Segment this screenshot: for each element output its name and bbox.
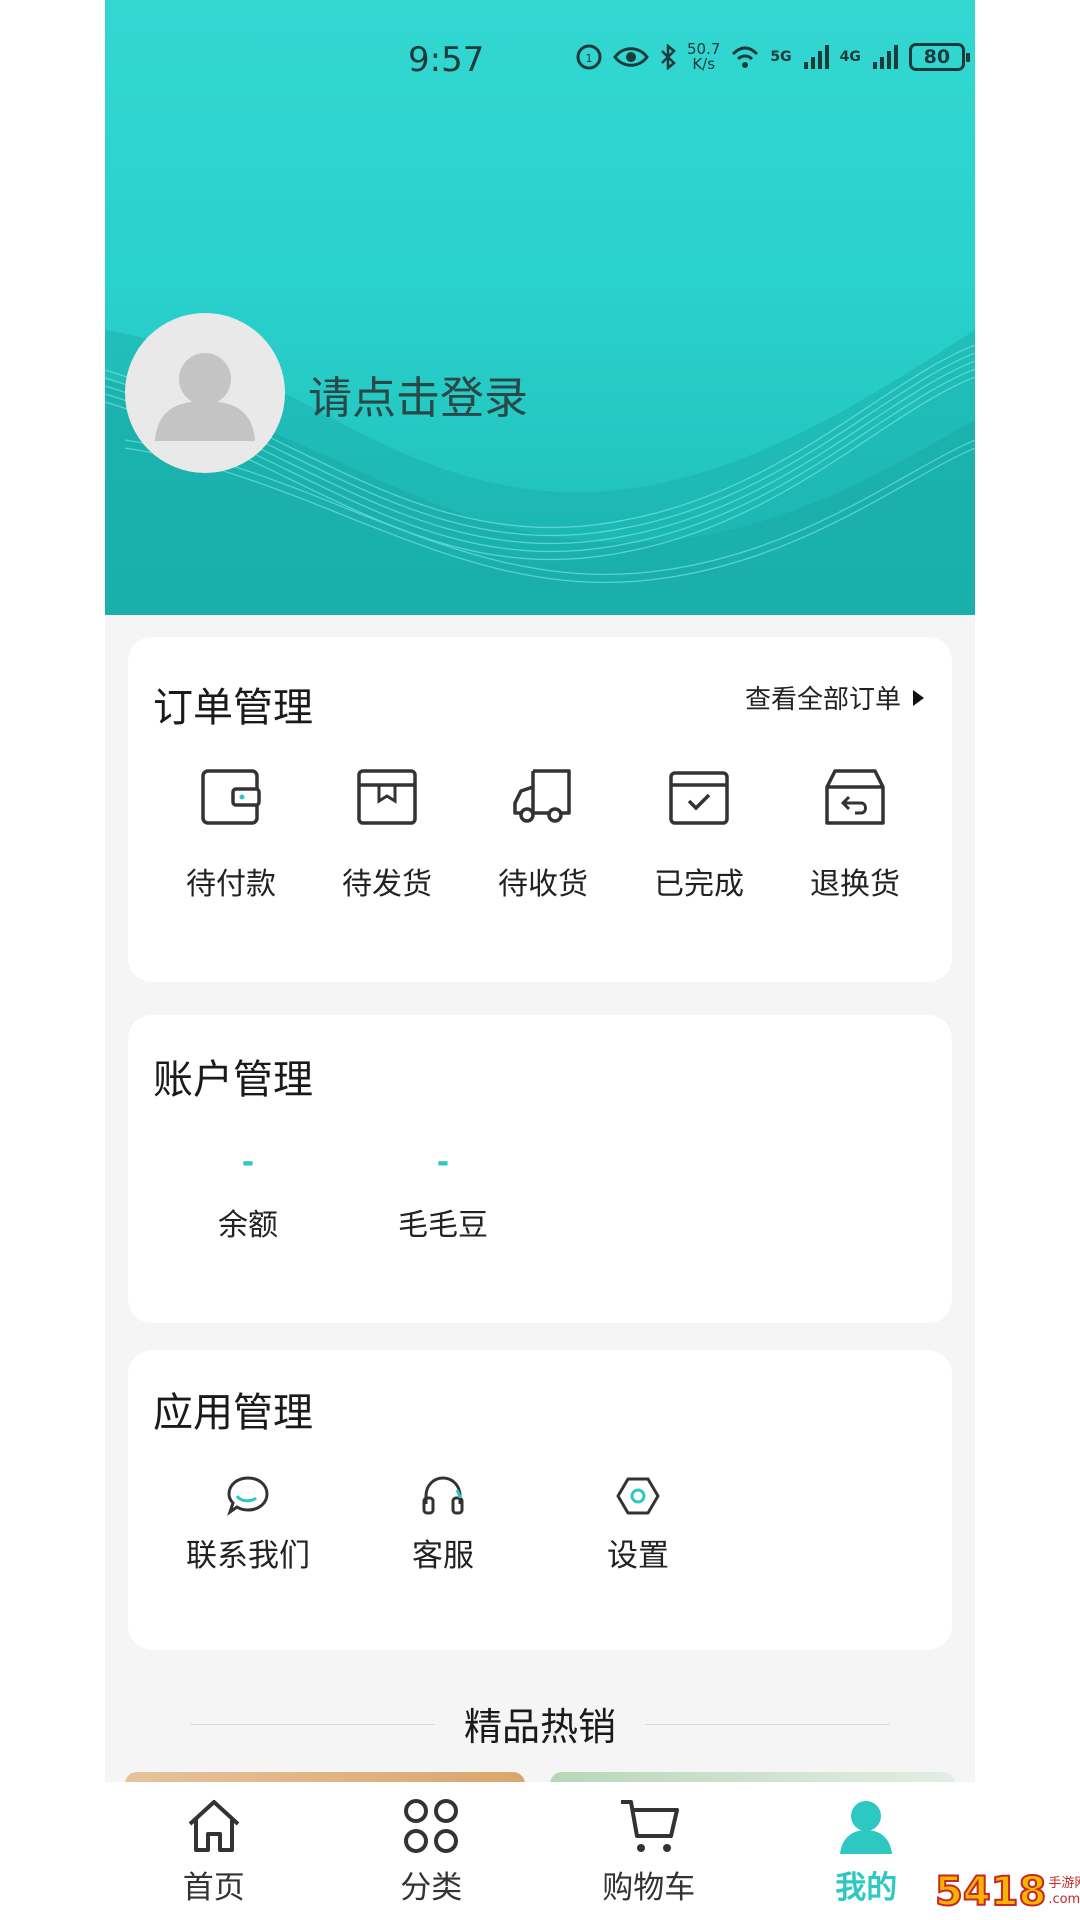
tab-home[interactable]: 首页 [105, 1782, 323, 1920]
tab-me-label: 我的 [835, 1870, 898, 1906]
order-item-to-ship[interactable]: 待发货 [309, 767, 465, 903]
watermark-text: 5418 [934, 1868, 1047, 1916]
order-item-pending-payment[interactable]: 待付款 [153, 767, 309, 903]
order-item-label: 待发货 [342, 867, 432, 902]
order-item-to-receive[interactable]: 待收货 [465, 767, 621, 903]
package-icon [357, 769, 417, 825]
notification-icon: 1 [576, 44, 602, 70]
speed-unit: K/s [692, 55, 716, 73]
account-management-title: 账户管理 [153, 1057, 313, 1103]
signal-icon-2 [872, 45, 898, 69]
wallet-icon [201, 769, 261, 825]
signal-icon-1 [803, 45, 829, 69]
site-watermark-logo: 5418 手游网 .com.cn [934, 1868, 1080, 1916]
wifi-icon [732, 46, 759, 68]
category-icon [404, 1799, 459, 1853]
balance-label: 余额 [218, 1208, 278, 1243]
contact-us-label: 联系我们 [186, 1538, 310, 1574]
bluetooth-icon [661, 44, 676, 70]
settings-item[interactable]: 设置 [548, 1474, 728, 1575]
tab-cart[interactable]: 购物车 [540, 1782, 758, 1920]
return-box-icon [825, 769, 885, 825]
calendar-check-icon [669, 771, 729, 825]
profile-header: 9:57 1 50.7 K/s 5G 4G 80 请点击登录 [105, 0, 975, 615]
order-management-card: 订单管理 查看全部订单 待付款 待发货 待收货 已完成 退换货 [128, 637, 952, 982]
contact-us-item[interactable]: 联系我们 [158, 1474, 338, 1575]
customer-service-item[interactable]: 客服 [353, 1474, 533, 1575]
battery-indicator: 80 [908, 43, 970, 71]
headset-icon [422, 1476, 464, 1515]
screen: 9:57 1 50.7 K/s 5G 4G 80 请点击登录 订单管理 查看全部… [0, 0, 1080, 1920]
watermark-sub: 手游网 .com.cn [1048, 1876, 1080, 1908]
svg-text:1: 1 [586, 52, 593, 65]
order-management-title: 订单管理 [153, 685, 313, 731]
truck-icon [513, 769, 571, 823]
network-speed: 50.7 K/s [687, 42, 720, 72]
view-all-orders-label: 查看全部订单 [744, 685, 901, 715]
app-management-title: 应用管理 [153, 1390, 313, 1436]
status-bar: 9:57 1 50.7 K/s 5G 4G 80 [105, 40, 975, 90]
tab-home-label: 首页 [182, 1870, 245, 1906]
status-time: 9:57 [408, 40, 485, 80]
tab-category-label: 分类 [400, 1870, 463, 1906]
maomaodou-item[interactable]: - 毛毛豆 [363, 1145, 523, 1244]
eye-icon [613, 47, 649, 67]
customer-service-label: 客服 [412, 1538, 474, 1574]
settings-label: 设置 [607, 1538, 669, 1574]
watermark-sub-2: .com.cn [1048, 1892, 1080, 1907]
tab-category[interactable]: 分类 [323, 1782, 541, 1920]
account-management-card: 账户管理 - 余额 - 毛毛豆 [128, 1015, 952, 1323]
order-status-list: 待付款 待发货 待收货 已完成 退换货 [128, 767, 952, 903]
network-type-1: 5G [770, 49, 792, 65]
order-item-label: 待收货 [498, 867, 588, 902]
chat-bubble-icon [227, 1476, 269, 1516]
login-prompt[interactable]: 请点击登录 [308, 362, 528, 426]
hot-sales-title: 精品热销 [435, 1696, 645, 1751]
maomaodou-value: - [436, 1145, 450, 1180]
cart-icon [620, 1800, 679, 1852]
balance-item[interactable]: - 余额 [168, 1145, 328, 1244]
arrow-right-icon [913, 689, 924, 706]
user-icon [840, 1801, 893, 1854]
view-all-orders-link[interactable]: 查看全部订单 [745, 679, 924, 716]
order-item-label: 待付款 [186, 867, 276, 902]
home-icon [188, 1800, 240, 1852]
tab-cart-label: 购物车 [602, 1870, 696, 1906]
status-icons: 1 50.7 K/s 5G 4G 80 [575, 42, 970, 72]
watermark-sub-1: 手游网 [1048, 1876, 1080, 1891]
order-item-returns[interactable]: 退换货 [777, 767, 933, 903]
order-item-completed[interactable]: 已完成 [621, 767, 777, 903]
order-item-label: 已完成 [654, 867, 744, 902]
order-item-label: 退换货 [810, 867, 900, 902]
app-screen: 9:57 1 50.7 K/s 5G 4G 80 请点击登录 订单管理 查看全部… [105, 0, 975, 1920]
balance-value: - [241, 1145, 255, 1180]
default-avatar-icon [155, 353, 255, 441]
settings-hexagon-icon [616, 1477, 660, 1515]
header-wave-background [105, 330, 975, 615]
app-management-card: 应用管理 联系我们 客服 设置 [128, 1350, 952, 1650]
network-type-2: 4G [839, 49, 861, 65]
bottom-tab-bar: 首页 分类 购物车 我的 [105, 1782, 975, 1920]
maomaodou-label: 毛毛豆 [398, 1208, 488, 1243]
avatar[interactable] [125, 313, 285, 473]
